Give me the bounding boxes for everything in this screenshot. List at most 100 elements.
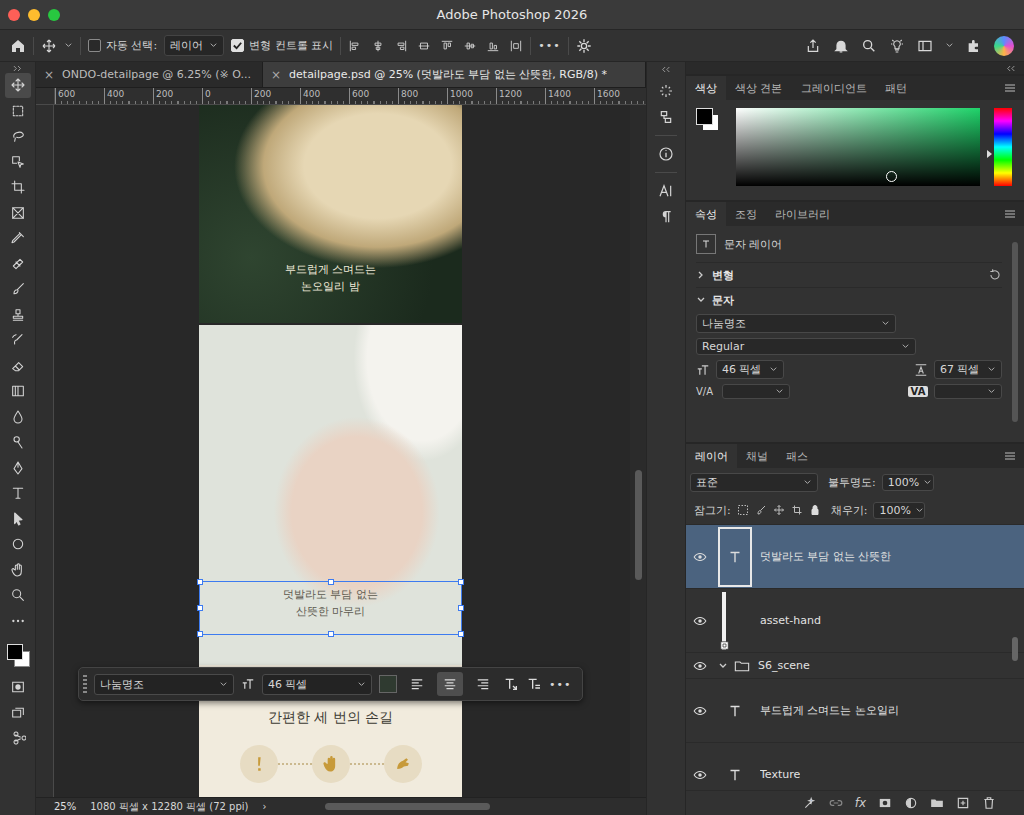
lock-pixels-icon[interactable] <box>737 504 749 516</box>
new-group-icon[interactable] <box>930 796 944 810</box>
panel-tab[interactable]: 그레이디언트 <box>792 76 876 100</box>
panel-tab[interactable]: 색상 <box>686 76 726 100</box>
align-icon[interactable] <box>509 39 523 53</box>
horizontal-scrollbar[interactable] <box>281 803 647 810</box>
frame-tool[interactable] <box>5 201 31 226</box>
align-icon[interactable] <box>486 39 500 53</box>
panel-tab[interactable]: 라이브러리 <box>766 202 839 226</box>
vertical-scrollbar[interactable] <box>630 105 646 797</box>
brush-tool[interactable] <box>5 277 31 302</box>
path-select-tool[interactable] <box>5 507 31 532</box>
section-header[interactable]: 변형 <box>696 263 1002 288</box>
align-icon[interactable] <box>394 39 408 53</box>
section-heading[interactable]: 간편한 세 번의 손길 <box>268 709 393 727</box>
text-warp-icon[interactable] <box>503 676 519 692</box>
close-tab-button[interactable]: × <box>44 68 54 82</box>
eyedropper-tool[interactable] <box>5 226 31 251</box>
caret-icon[interactable] <box>945 41 954 50</box>
panel-menu-icon[interactable] <box>1004 451 1016 461</box>
type-tool[interactable] <box>5 481 31 506</box>
panel-tab[interactable]: 레이어 <box>686 444 737 468</box>
new-layer-icon[interactable] <box>956 796 970 810</box>
layer-row[interactable]: asset-hand <box>686 589 1024 653</box>
adjustment-icon[interactable] <box>904 796 918 810</box>
layer-row[interactable]: 부드럽게 스며드는 논오일리 <box>686 679 1024 743</box>
align-center-button[interactable] <box>437 672 463 696</box>
mask-icon[interactable] <box>878 796 892 810</box>
trash-icon[interactable] <box>982 796 996 810</box>
bell-icon[interactable] <box>833 38 849 54</box>
gradient-tool[interactable] <box>5 379 31 404</box>
marquee-tool[interactable] <box>5 99 31 124</box>
panel-menu-icon[interactable] <box>1004 209 1016 219</box>
layer-row[interactable]: 덧발라도 부담 없는 산뜻한 <box>686 525 1024 589</box>
text-layer[interactable]: 덧발라도 부담 없는산뜻한 마무리 <box>199 581 462 635</box>
text-layer[interactable]: 부드럽게 스며드는논오일리 밤 <box>285 261 377 295</box>
info-icon[interactable] <box>658 146 674 162</box>
minimize-light[interactable] <box>28 9 40 21</box>
paragraph-panel-icon[interactable] <box>658 209 674 225</box>
lock-artboard-icon[interactable] <box>791 504 803 516</box>
leading-field[interactable]: 67 픽셀 <box>934 360 1002 379</box>
target-select[interactable]: 레이어 <box>164 35 224 56</box>
more-options[interactable]: ••• <box>538 39 560 52</box>
object-select-tool[interactable] <box>5 150 31 175</box>
font-size-select[interactable]: 46 픽셀 <box>262 674 372 695</box>
align-left-button[interactable] <box>404 672 430 696</box>
zoom-level[interactable]: 25% <box>54 801 76 812</box>
workspace-icon[interactable] <box>917 38 933 54</box>
align-icon[interactable] <box>371 39 385 53</box>
more-tool[interactable] <box>5 609 31 634</box>
align-icon[interactable] <box>417 39 431 53</box>
close-tab-button[interactable]: × <box>271 68 281 82</box>
opacity-field[interactable]: 100% <box>882 474 934 491</box>
lock-brush-icon[interactable] <box>755 504 767 516</box>
panel-tab[interactable]: 패턴 <box>876 76 916 100</box>
quick-mask-tool[interactable] <box>5 675 31 700</box>
more-options[interactable]: ••• <box>549 678 571 691</box>
visibility-toggle[interactable] <box>686 704 714 718</box>
panel-tab[interactable]: 조정 <box>726 202 766 226</box>
tracking-field[interactable] <box>934 384 1002 399</box>
history-panel-icon[interactable] <box>658 83 674 99</box>
document-tab[interactable]: × ONDO-detailpage @ 6.25% (※ O... <box>36 62 263 87</box>
bulb-icon[interactable] <box>889 38 905 54</box>
link-icon[interactable] <box>829 796 843 810</box>
color-swatches[interactable] <box>5 642 31 668</box>
avatar-icon[interactable] <box>994 36 1014 56</box>
lasso-tool[interactable] <box>5 124 31 149</box>
auto-select-checkbox[interactable]: 자동 선택: <box>88 38 157 53</box>
color-field[interactable] <box>736 108 980 186</box>
chevron-icon[interactable] <box>718 661 728 671</box>
stamp-tool[interactable] <box>5 303 31 328</box>
ai-icon[interactable] <box>803 796 817 810</box>
shape-tool[interactable] <box>5 532 31 557</box>
close-light[interactable] <box>8 9 20 21</box>
align-icon[interactable] <box>348 39 362 53</box>
blend-mode-select[interactable]: 표준 <box>690 473 818 492</box>
dodge-tool[interactable] <box>5 430 31 455</box>
font-family-select[interactable]: 나눔명조 <box>696 314 896 333</box>
panel-menu-icon[interactable] <box>1004 83 1016 93</box>
layer-row[interactable]: Texture <box>686 743 1024 790</box>
move-icon[interactable] <box>41 38 57 54</box>
screen-mode-tool[interactable] <box>5 701 31 726</box>
panel-tab[interactable]: 속성 <box>686 202 726 226</box>
healing-tool[interactable] <box>5 252 31 277</box>
font-select[interactable]: 나눔명조 <box>94 674 234 695</box>
plugin-icon[interactable] <box>966 38 982 54</box>
fill-field[interactable]: 100% <box>873 502 925 519</box>
eraser-tool[interactable] <box>5 354 31 379</box>
caret-icon[interactable] <box>64 41 73 50</box>
document-tab[interactable]: × detailpage.psd @ 25% (덧발라도 부담 없는 산뜻한, … <box>263 62 646 87</box>
text-style-icon[interactable] <box>526 676 542 692</box>
panel-tab[interactable]: 채널 <box>737 444 777 468</box>
collapse-icon[interactable] <box>661 66 671 73</box>
visibility-toggle[interactable] <box>686 768 714 782</box>
share-icon[interactable] <box>805 38 821 54</box>
fg-bg-swatches[interactable] <box>696 108 722 134</box>
reset-icon[interactable] <box>988 268 1002 282</box>
visibility-toggle[interactable] <box>686 550 714 564</box>
pen-tool[interactable] <box>5 456 31 481</box>
hue-slider[interactable] <box>994 108 1012 186</box>
